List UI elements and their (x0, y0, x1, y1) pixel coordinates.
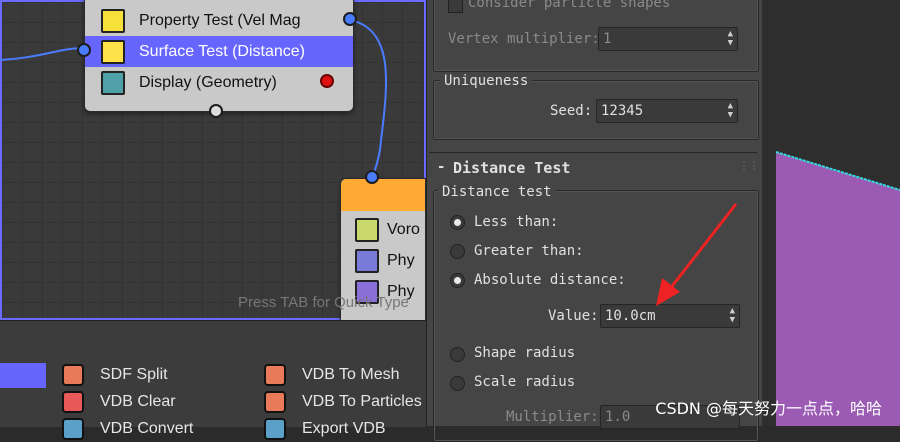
distance-test-group-label: Distance test (438, 184, 556, 200)
uniqueness-title: Uniqueness (440, 73, 533, 89)
node-row-label: Display (Geometry) (139, 73, 277, 91)
output-port-property[interactable] (343, 12, 357, 26)
palette-item-vdb-clear[interactable]: VDB Clear (62, 391, 176, 413)
palette-item-vdb-to-particles[interactable]: VDB To Particles (264, 391, 422, 413)
palette-item-label: SDF Split (100, 366, 168, 383)
distance-test-title: Distance Test (453, 159, 571, 177)
bottom-port[interactable] (209, 104, 223, 118)
uniqueness-group: Uniqueness Seed: 12345 ▲ ▼ (433, 73, 759, 140)
sdf-split-icon (62, 364, 84, 386)
palette-item-vdb-convert[interactable]: VDB Convert (62, 418, 193, 440)
shape-settings-group: Consider particle shapes Vertex multipli… (433, 0, 759, 72)
purple-surface (776, 152, 900, 426)
voronoi-icon (355, 217, 379, 242)
event-node-header (341, 179, 425, 211)
value-label: Value: (548, 308, 599, 324)
wire-input (0, 47, 85, 61)
node-row-surface-test[interactable]: Surface Test (Distance) (85, 36, 353, 67)
consider-shapes-label: Consider particle shapes (468, 0, 671, 11)
wire-output (349, 19, 388, 178)
arrow-shaft (664, 203, 738, 295)
shape-radius-radio[interactable] (450, 347, 465, 362)
3d-viewport[interactable] (762, 0, 900, 426)
node-row-display[interactable]: Display (Geometry) (85, 67, 353, 98)
rollout-toggle[interactable]: - (437, 159, 445, 175)
drag-handle-icon[interactable]: ⋮⋮ (739, 161, 759, 172)
seed-value: 12345 (601, 103, 644, 119)
absolute-distance-label: Absolute distance: (474, 272, 626, 288)
palette-item-label: VDB To Particles (302, 393, 422, 410)
event-row-label: Phy (387, 251, 415, 269)
palette-item-label: VDB To Mesh (302, 366, 400, 383)
vertex-multiplier-label: Vertex multiplier: (448, 31, 600, 47)
operator-palette: SDF Split VDB Clear VDB Convert VDB To M… (0, 320, 426, 440)
palette-item-vdb-to-mesh[interactable]: VDB To Mesh (264, 364, 400, 386)
palette-selection (0, 363, 46, 388)
less-than-radio[interactable] (450, 215, 465, 230)
scale-radius-radio[interactable] (450, 376, 465, 391)
greater-than-radio[interactable] (450, 244, 465, 259)
absolute-distance-radio[interactable] (450, 273, 465, 288)
vertex-multiplier-value: 1 (603, 31, 612, 47)
spinner-arrows-icon[interactable]: ▲ ▼ (728, 102, 733, 120)
physx-icon (355, 248, 379, 273)
event-row-physx-1[interactable]: Phy (341, 245, 425, 276)
multiplier-label: Multiplier: (506, 409, 599, 425)
vdb-clear-icon (62, 391, 84, 413)
palette-item-export-vdb[interactable]: Export VDB (264, 418, 386, 440)
node-row-label: Surface Test (Distance) (139, 42, 305, 60)
event-row-label: Voro (387, 220, 420, 238)
less-than-label: Less than: (474, 214, 559, 230)
scale-radius-label: Scale radius (474, 374, 576, 390)
event-row-voronoi[interactable]: Voro (341, 214, 425, 245)
palette-item-label: VDB Clear (100, 393, 176, 410)
watermark: CSDN @每天努力一点点，哈哈 (655, 399, 882, 418)
node-row-label: Property Test (Vel Mag (139, 11, 301, 29)
export-vdb-icon (264, 418, 286, 440)
shape-radius-label: Shape radius (474, 345, 576, 361)
annotation-arrow (656, 203, 738, 306)
palette-item-label: VDB Convert (100, 420, 194, 437)
distance-test-rollout-header[interactable]: - Distance Test ⋮⋮ (429, 152, 759, 181)
palette-item-sdf-split[interactable]: SDF Split (62, 364, 168, 386)
display-geometry-icon (101, 70, 125, 95)
multiplier-value: 1.0 (605, 409, 631, 425)
spinner-arrows-icon[interactable]: ▲ ▼ (728, 30, 733, 48)
palette-item-label: Export VDB (302, 420, 386, 437)
seed-label: Seed: (550, 103, 593, 119)
vertex-multiplier-spinner[interactable]: 1 ▲ ▼ (598, 27, 738, 51)
event-input-port[interactable] (365, 170, 379, 184)
vdb-to-particles-icon (264, 391, 286, 413)
property-test-icon (101, 8, 125, 33)
operator-node[interactable]: Property Test (Vel Mag Surface Test (Dis… (84, 0, 354, 112)
seed-spinner[interactable]: 12345 ▲ ▼ (596, 99, 738, 123)
greater-than-label: Greater than: (474, 243, 584, 259)
viewport-geometry (775, 151, 900, 426)
vdb-to-mesh-icon (264, 364, 286, 386)
vdb-convert-icon (62, 418, 84, 440)
surface-test-icon (101, 39, 125, 64)
display-output-port[interactable] (320, 74, 334, 88)
quick-type-hint: Press TAB for Quick Type (238, 294, 409, 311)
node-row-property-test[interactable]: Property Test (Vel Mag (85, 5, 353, 36)
consider-shapes-checkbox[interactable] (448, 0, 463, 13)
input-port[interactable] (77, 43, 91, 57)
